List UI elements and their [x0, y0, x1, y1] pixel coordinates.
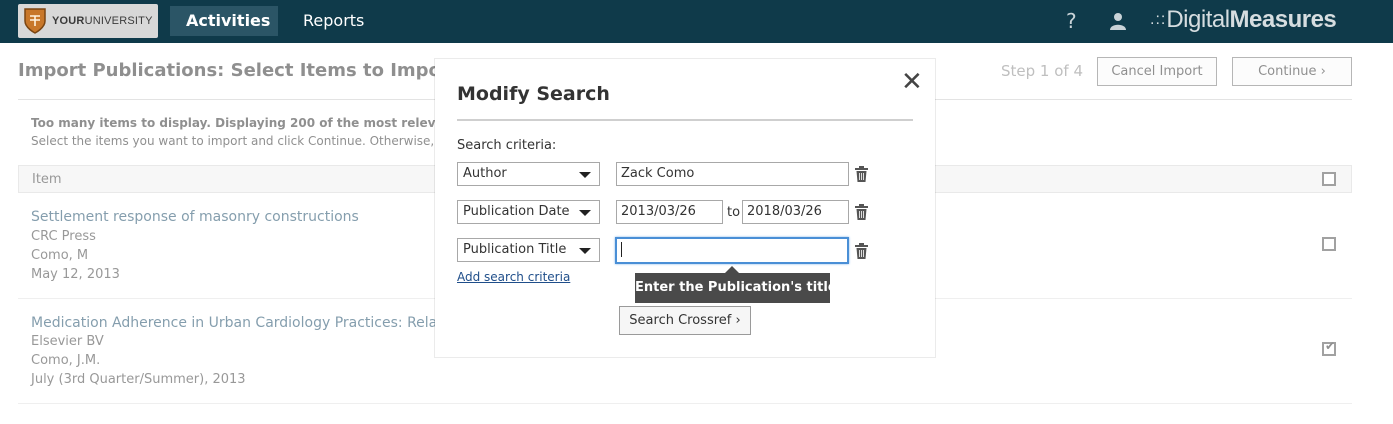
- date-from-input[interactable]: 2013/03/26: [616, 200, 723, 224]
- digital-measures-logo: .::DigitalMeasures: [1150, 6, 1337, 33]
- trash-icon[interactable]: [855, 243, 868, 259]
- criteria-field-select[interactable]: Publication Date: [457, 200, 600, 224]
- text-cursor: [621, 242, 622, 257]
- author-input[interactable]: Zack Como: [616, 162, 849, 186]
- nav-tab-reports[interactable]: Reports: [287, 6, 379, 36]
- date-to-input[interactable]: 2018/03/26: [742, 200, 849, 224]
- close-icon[interactable]: ✕: [901, 69, 923, 95]
- criteria-field-select[interactable]: Author: [457, 162, 600, 186]
- help-icon[interactable]: ?: [1066, 9, 1077, 33]
- university-shield-icon: [24, 8, 46, 34]
- criteria-field-value: Publication Date: [463, 204, 570, 219]
- criteria-field-select[interactable]: Publication Title: [457, 238, 600, 262]
- tooltip-text: Enter the Publication's title: [635, 280, 837, 295]
- add-search-criteria-link[interactable]: Add search criteria: [457, 270, 570, 284]
- dialog-divider: [457, 119, 913, 121]
- university-logo[interactable]: YOURUNIVERSITY: [18, 4, 158, 38]
- top-navigation-bar: YOURUNIVERSITY Activities Reports ? .::D…: [0, 0, 1393, 43]
- publication-title-input[interactable]: [615, 237, 849, 264]
- search-crossref-button[interactable]: Search Crossref ›: [619, 306, 751, 335]
- dialog-title: Modify Search: [457, 83, 610, 105]
- date-range-to-label: to: [727, 205, 741, 220]
- criteria-field-value: Author: [463, 166, 507, 181]
- dropdown-caret-icon: [579, 172, 591, 178]
- tooltip-arrow: [725, 266, 739, 273]
- nav-tab-activities[interactable]: Activities: [170, 6, 278, 36]
- title-input-tooltip: Enter the Publication's title: [635, 266, 837, 303]
- dropdown-caret-icon: [579, 210, 591, 216]
- search-criteria-label: Search criteria:: [457, 138, 557, 153]
- user-icon[interactable]: [1109, 12, 1127, 30]
- dropdown-caret-icon: [579, 248, 591, 254]
- trash-icon[interactable]: [855, 166, 868, 182]
- modify-search-dialog: Modify Search ✕ Search criteria: Author …: [435, 59, 935, 357]
- trash-icon[interactable]: [855, 204, 868, 220]
- criteria-field-value: Publication Title: [463, 242, 567, 257]
- logo-text: YOURUNIVERSITY: [52, 15, 153, 27]
